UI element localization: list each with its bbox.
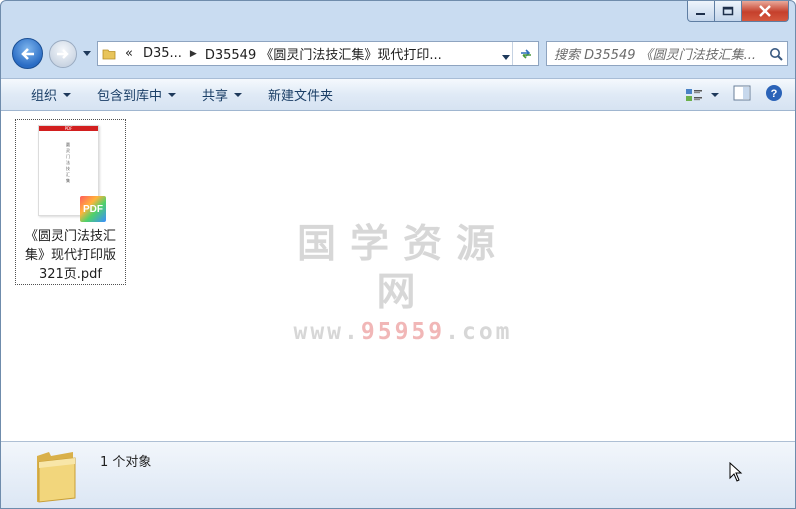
close-button[interactable]	[742, 1, 789, 22]
watermark-url-suffix: .com	[445, 319, 513, 345]
recent-pages-button[interactable]	[81, 48, 93, 60]
forward-button[interactable]	[49, 40, 77, 68]
arrow-left-icon	[20, 47, 34, 60]
chevron-down-icon	[711, 92, 719, 97]
folder-icon	[33, 448, 79, 508]
share-menu[interactable]: 共享	[189, 79, 255, 110]
view-controls: ?	[685, 79, 783, 110]
mouse-cursor-icon	[729, 461, 743, 486]
help-button[interactable]: ?	[765, 84, 783, 106]
minimize-button[interactable]	[687, 1, 715, 22]
preview-pane-icon	[733, 85, 751, 100]
explorer-window: « D35... ▶ D35549 《圆灵门法技汇集》现代打印... 搜索 D3…	[0, 0, 796, 509]
organize-menu[interactable]: 组织	[1, 79, 84, 110]
include-library-label: 包含到库中	[97, 89, 163, 104]
help-icon: ?	[766, 84, 782, 101]
pdf-icon: PDF	[80, 196, 106, 222]
file-list-area[interactable]: PDF 圆灵门法技汇集 PDF 《圆灵门法技汇 集》现代打印版 321页.pdf…	[1, 111, 795, 441]
command-bar: 组织 包含到库中 共享 新建文件夹 ?	[1, 78, 795, 111]
item-count: 1 个对象	[100, 455, 152, 470]
preview-pane-button[interactable]	[733, 85, 751, 105]
minimize-icon	[696, 13, 705, 15]
watermark-url-digits: 95959	[360, 319, 446, 345]
watermark-url: www.95959.com	[273, 317, 533, 347]
caption-buttons	[687, 1, 789, 22]
view-icon	[686, 88, 702, 101]
search-icon[interactable]	[765, 47, 787, 61]
file-name-line-2: 集》现代打印版	[24, 248, 116, 263]
chevron-down-icon	[234, 92, 243, 97]
watermark: 国学资源网 www.95959.com	[273, 221, 533, 347]
address-overflow[interactable]: «	[120, 46, 138, 61]
folder-icon	[98, 47, 120, 61]
close-icon	[759, 5, 771, 17]
maximize-icon	[722, 6, 734, 16]
details-pane: 1 个对象	[1, 441, 795, 508]
file-name-line-3: 321页.pdf	[38, 267, 103, 282]
address-dropdown-button[interactable]	[502, 50, 510, 65]
thumb-header: PDF	[39, 126, 98, 131]
chevron-down-icon	[168, 92, 177, 97]
chevron-down-icon	[63, 92, 72, 97]
address-row: « D35... ▶ D35549 《圆灵门法技汇集》现代打印... 搜索 D3…	[1, 38, 795, 70]
watermark-url-prefix: www.	[293, 319, 361, 345]
breadcrumb-current[interactable]: D35549 《圆灵门法技汇集》现代打印...	[200, 44, 447, 63]
organize-label: 组织	[31, 89, 58, 104]
arrow-right-icon	[57, 49, 69, 59]
watermark-text: 国学资源网	[296, 222, 509, 315]
search-input[interactable]: 搜索 D35549 《圆灵门法技汇集...	[547, 44, 765, 63]
chevron-down-icon	[502, 55, 510, 60]
svg-text:?: ?	[771, 88, 778, 100]
search-box[interactable]: 搜索 D35549 《圆灵门法技汇集...	[546, 41, 788, 66]
share-label: 共享	[202, 89, 229, 104]
back-button[interactable]	[12, 38, 43, 69]
thumb-title: 圆灵门法技汇集	[66, 142, 70, 183]
file-name: 《圆灵门法技汇 集》现代打印版 321页.pdf	[16, 227, 125, 284]
chevron-down-icon	[83, 51, 91, 56]
new-folder-button[interactable]: 新建文件夹	[255, 79, 346, 110]
refresh-icon	[520, 48, 531, 59]
file-name-line-1: 《圆灵门法技汇	[24, 229, 116, 244]
include-library-menu[interactable]: 包含到库中	[84, 79, 189, 110]
breadcrumb-arrow-icon[interactable]: ▶	[187, 49, 200, 59]
maximize-button[interactable]	[715, 1, 742, 22]
refresh-button[interactable]	[512, 42, 538, 65]
new-folder-label: 新建文件夹	[268, 89, 334, 104]
change-view-button[interactable]	[685, 88, 719, 102]
address-bar[interactable]: « D35... ▶ D35549 《圆灵门法技汇集》现代打印...	[97, 41, 539, 66]
file-item-pdf[interactable]: PDF 圆灵门法技汇集 PDF 《圆灵门法技汇 集》现代打印版 321页.pdf	[15, 119, 126, 285]
breadcrumb-parent[interactable]: D35...	[138, 46, 187, 61]
